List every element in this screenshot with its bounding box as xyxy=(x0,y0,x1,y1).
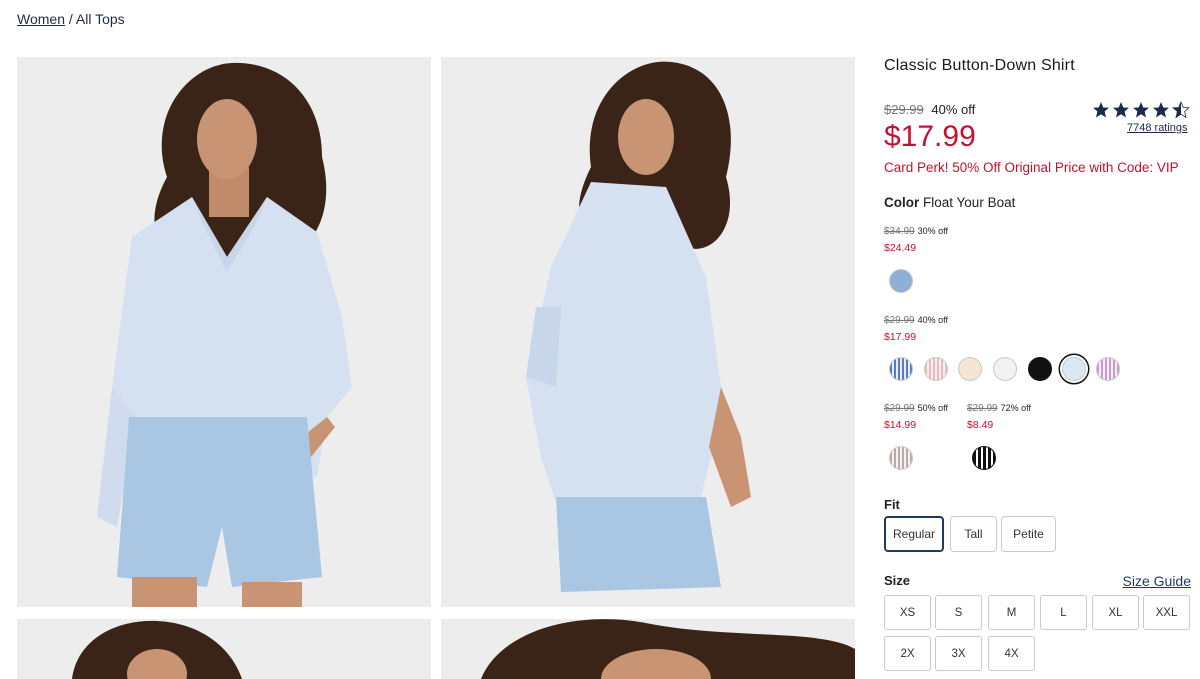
swatch-black-stripe[interactable] xyxy=(972,446,996,470)
breadcrumb-women-link[interactable]: Women xyxy=(17,11,65,27)
size-xs-button[interactable]: XS xyxy=(884,595,931,630)
half-star-icon xyxy=(1171,100,1191,119)
fit-petite-button[interactable]: Petite xyxy=(1001,516,1056,552)
size-l-button[interactable]: L xyxy=(1040,595,1087,630)
tier-old-price: $34.99 xyxy=(884,226,915,237)
size-xxl-button[interactable]: XXL xyxy=(1143,595,1190,630)
ratings-count-link[interactable]: 7748 ratings xyxy=(1127,122,1188,134)
color-label-line: Color Float Your Boat xyxy=(884,195,1015,210)
price-row: $29.99 40% off xyxy=(884,102,975,117)
tier-discount: 50% off xyxy=(917,403,948,413)
swatch-float-your-boat-selected[interactable] xyxy=(1062,357,1086,381)
fit-label: Fit xyxy=(884,497,900,512)
swatch-black[interactable] xyxy=(1028,357,1052,381)
star-icon xyxy=(1093,102,1109,118)
tier-sale-price: $14.99 xyxy=(884,419,917,431)
sale-price: $17.99 xyxy=(884,120,976,153)
fit-tall-button[interactable]: Tall xyxy=(950,516,997,552)
product-image-front[interactable] xyxy=(17,57,431,607)
price-tier-1: $34.99 30% off $24.49 xyxy=(884,223,948,256)
tier-discount: 40% off xyxy=(917,315,948,325)
color-label: Color xyxy=(884,195,920,210)
rating-stars xyxy=(1092,100,1191,124)
swatch-pink-stripe[interactable] xyxy=(924,357,948,381)
star-icon xyxy=(1153,102,1169,118)
breadcrumb-separator: / xyxy=(68,11,73,27)
swatch-neutral-stripe[interactable] xyxy=(889,446,913,470)
star-icon xyxy=(1113,102,1129,118)
tier-old-price: $29.99 xyxy=(967,403,998,414)
original-price: $29.99 xyxy=(884,102,924,117)
price-tier-4: $29.99 72% off $8.49 xyxy=(967,400,1031,433)
tier-sale-price: $24.49 xyxy=(884,242,917,254)
size-4x-button[interactable]: 4X xyxy=(988,636,1035,671)
size-m-button[interactable]: M xyxy=(988,595,1035,630)
size-2x-button[interactable]: 2X xyxy=(884,636,931,671)
tier-discount: 72% off xyxy=(1000,403,1031,413)
tier-discount: 30% off xyxy=(917,226,948,236)
size-s-button[interactable]: S xyxy=(935,595,982,630)
swatch-cream[interactable] xyxy=(958,357,982,381)
size-guide-link[interactable]: Size Guide xyxy=(1123,573,1191,589)
card-perk-text: Card Perk! 50% Off Original Price with C… xyxy=(884,160,1179,175)
tier-old-price: $29.99 xyxy=(884,403,915,414)
discount-percent: 40% off xyxy=(931,102,976,117)
size-label: Size xyxy=(884,573,911,588)
tier-sale-price: $8.49 xyxy=(967,419,994,431)
product-title: Classic Button-Down Shirt xyxy=(884,57,1075,74)
fit-regular-button[interactable]: Regular xyxy=(884,516,944,552)
selected-color-name: Float Your Boat xyxy=(923,195,1016,210)
swatch-white[interactable] xyxy=(993,357,1017,381)
swatch-chambray[interactable] xyxy=(889,269,913,293)
breadcrumb: Women / All Tops xyxy=(17,11,125,27)
size-xl-button[interactable]: XL xyxy=(1092,595,1139,630)
swatch-blue-stripe[interactable] xyxy=(889,357,913,381)
size-3x-button[interactable]: 3X xyxy=(935,636,982,671)
tier-old-price: $29.99 xyxy=(884,315,915,326)
price-tier-3: $29.99 50% off $14.99 xyxy=(884,400,948,433)
product-image-3[interactable] xyxy=(17,619,431,679)
product-image-back[interactable] xyxy=(441,57,855,607)
breadcrumb-current: All Tops xyxy=(75,11,125,27)
price-tier-2: $29.99 40% off $17.99 xyxy=(884,312,948,345)
tier-sale-price: $17.99 xyxy=(884,331,917,343)
product-image-4[interactable] xyxy=(441,619,855,679)
star-icon xyxy=(1133,102,1149,118)
swatch-lilac-stripe[interactable] xyxy=(1096,357,1120,381)
